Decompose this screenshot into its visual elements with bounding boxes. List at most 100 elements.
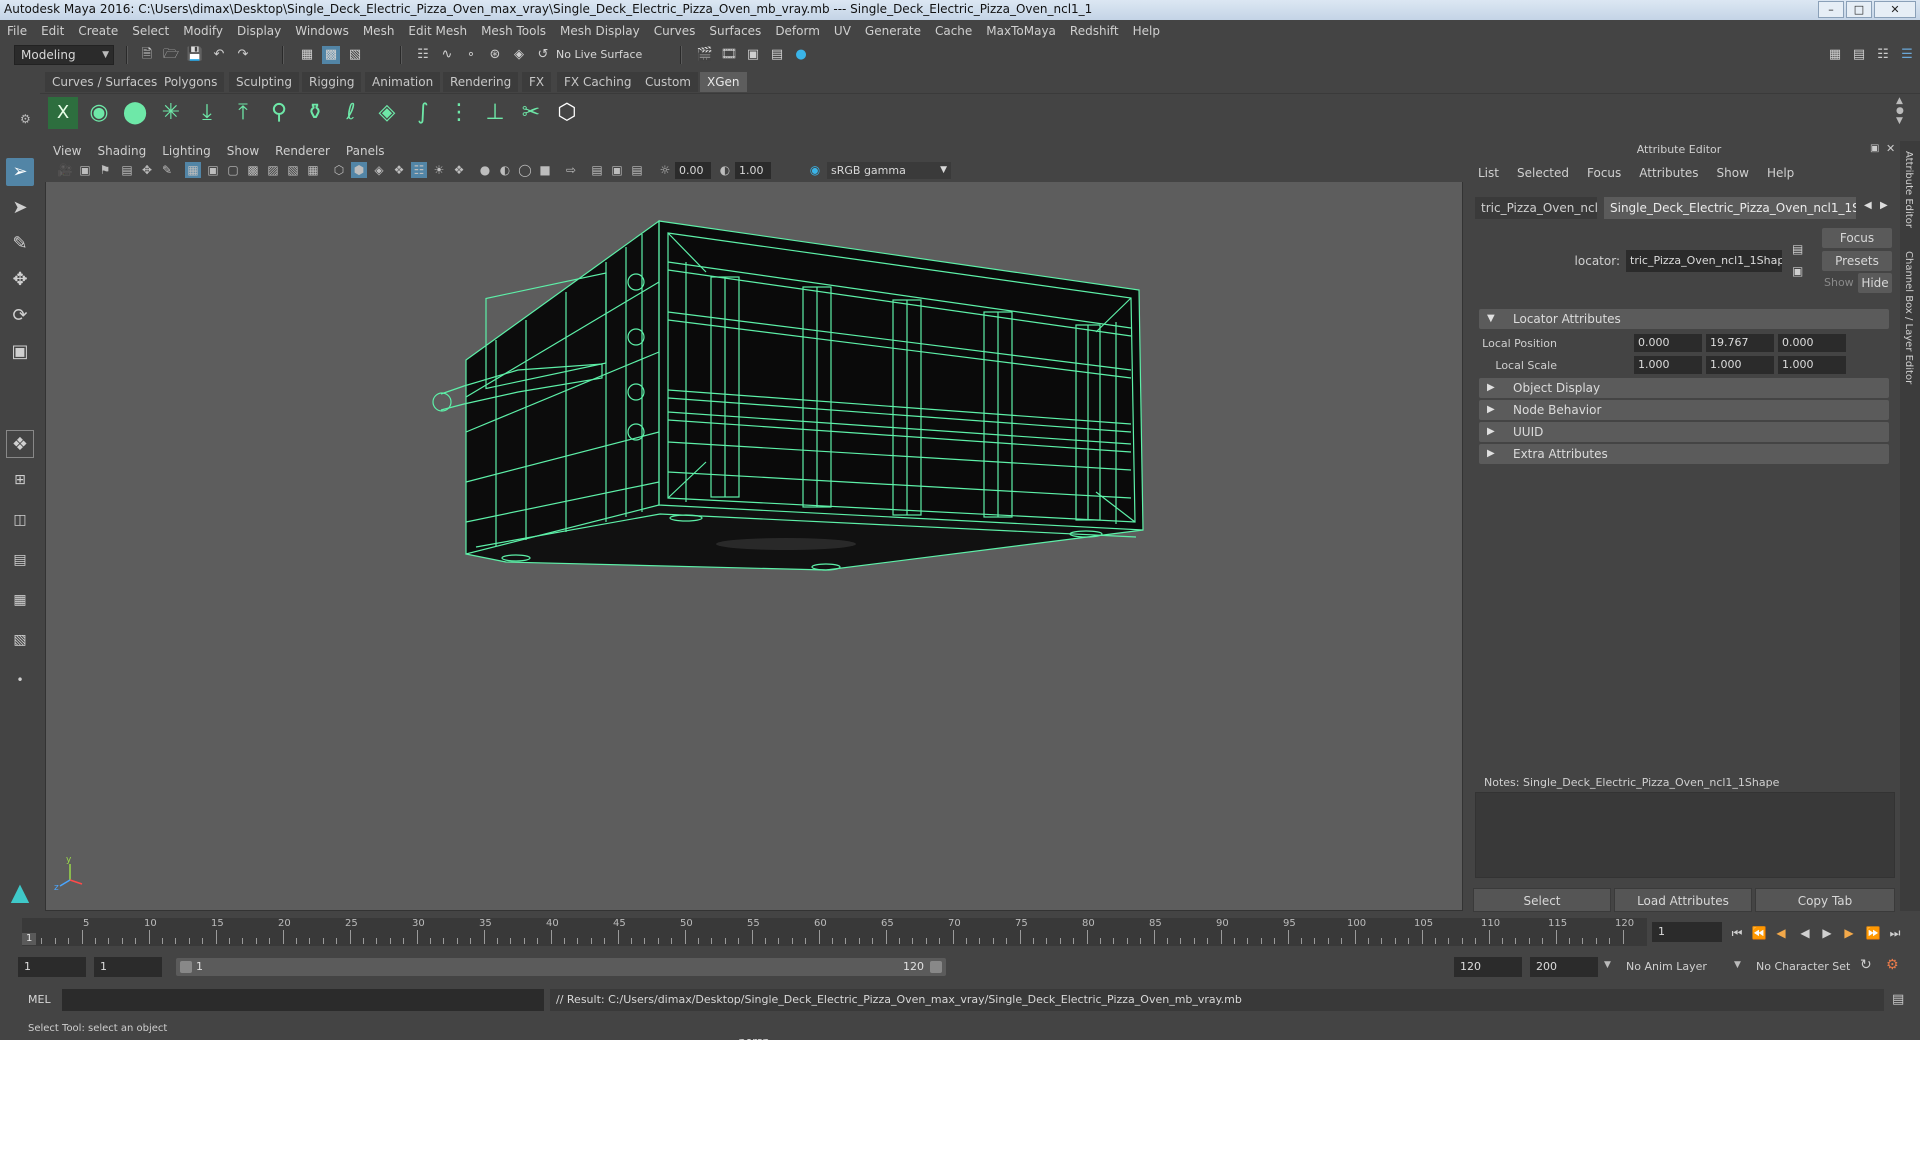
locator-name-field[interactable]: tric_Pizza_Oven_ncl1_1Shape	[1626, 250, 1782, 272]
image-plane-icon[interactable]: ▤	[119, 162, 135, 178]
section-node-behavior[interactable]: ▶ Node Behavior	[1479, 400, 1889, 420]
ae-menu-attributes[interactable]: Attributes	[1630, 163, 1707, 183]
menu-mesh-tools[interactable]: Mesh Tools	[474, 20, 553, 42]
range-slider[interactable]: 1 120	[176, 958, 946, 976]
snap-curve-icon[interactable]: ∿	[438, 46, 456, 64]
menu-edit[interactable]: Edit	[34, 20, 71, 42]
lights-icon[interactable]: ☷	[411, 162, 427, 178]
preferences-icon[interactable]: ⚙	[1886, 957, 1899, 973]
graph-layout-icon[interactable]: ▦	[6, 586, 34, 614]
go-to-input-icon[interactable]: ▤	[1792, 242, 1803, 256]
xgen-rebuild-icon[interactable]: ⋮	[444, 97, 474, 129]
close-icon[interactable]: ✕	[1874, 1, 1916, 18]
close-panel-icon[interactable]: ✕	[1886, 142, 1895, 155]
menu-windows[interactable]: Windows	[288, 20, 356, 42]
paint-select-icon[interactable]: ✎	[6, 230, 34, 258]
gate-mask-icon[interactable]: ▩	[245, 162, 261, 178]
ae-menu-focus[interactable]: Focus	[1578, 163, 1630, 183]
snap-point-icon[interactable]: ∘	[462, 46, 480, 64]
viewport-menu-renderer[interactable]: Renderer	[267, 141, 338, 161]
local-scale-x-field[interactable]: 1.000	[1634, 356, 1702, 374]
go-to-start-icon[interactable]: ⏮	[1728, 924, 1746, 942]
tab-rigging[interactable]: Rigging	[302, 72, 362, 92]
isolate-select-icon[interactable]: ■	[537, 162, 553, 178]
tab-fx-caching[interactable]: FX Caching	[557, 72, 639, 92]
menu-maxtomaya[interactable]: MaxToMaya	[979, 20, 1063, 42]
antialiasing-icon[interactable]: ◐	[497, 162, 513, 178]
render-settings-icon[interactable]: ▣	[744, 46, 762, 64]
select-tool-icon[interactable]: ➢	[6, 158, 34, 186]
menu-deform[interactable]: Deform	[768, 20, 827, 42]
ae-menu-selected[interactable]: Selected	[1508, 163, 1578, 183]
shadows-icon[interactable]: ☀	[431, 162, 447, 178]
xgen-add-guides-icon[interactable]: ✳	[156, 97, 186, 129]
playback-start-field[interactable]: 1	[94, 957, 162, 977]
resolution-gate-icon[interactable]: ▢	[225, 162, 241, 178]
backface-culling-icon[interactable]: ▤	[629, 162, 645, 178]
step-forward-key-icon[interactable]: ▶	[1840, 924, 1858, 942]
menu-redshift[interactable]: Redshift	[1063, 20, 1126, 42]
render-sphere-icon[interactable]: ●	[792, 46, 810, 64]
snap-live-icon[interactable]: ↺	[534, 46, 552, 64]
snap-surface-icon[interactable]: ◈	[510, 46, 528, 64]
xgen-editor-icon[interactable]: X	[48, 97, 78, 129]
menu-uv[interactable]: UV	[827, 20, 858, 42]
hide-button[interactable]: Hide	[1858, 273, 1892, 293]
chevron-down-icon[interactable]: ▼	[1734, 960, 1741, 970]
minimize-icon[interactable]: –	[1818, 1, 1844, 18]
chevron-down-icon[interactable]: ▼	[1604, 960, 1611, 970]
xgen-bend-guide-icon[interactable]: ℓ	[336, 97, 366, 129]
local-scale-y-field[interactable]: 1.000	[1706, 356, 1774, 374]
viewport-menu-shading[interactable]: Shading	[89, 141, 154, 161]
xgen-lock-guide-icon[interactable]: ⚱	[300, 97, 330, 129]
snap-grid-icon[interactable]: ☷	[414, 46, 432, 64]
exposure-icon[interactable]: ☼	[657, 162, 673, 178]
ambient-occlusion-icon[interactable]: ❖	[451, 162, 467, 178]
side-tab-channel-box[interactable]: Channel Box / Layer Editor	[1903, 251, 1914, 384]
film-gate-icon[interactable]: ▣	[205, 162, 221, 178]
move-tool-icon[interactable]: ✥	[6, 266, 34, 294]
play-backwards-icon[interactable]: ◀	[1796, 924, 1814, 942]
tab-curves-surfaces[interactable]: Curves / Surfaces	[45, 72, 165, 92]
tab-fx[interactable]: FX	[522, 72, 552, 92]
menu-create[interactable]: Create	[71, 20, 125, 42]
depth-of-field-icon[interactable]: ◯	[517, 162, 533, 178]
exposure-field[interactable]: 0.00	[675, 162, 711, 179]
xray-icon[interactable]: ⇨	[563, 162, 579, 178]
menu-mesh-display[interactable]: Mesh Display	[553, 20, 647, 42]
tab-rendering[interactable]: Rendering	[443, 72, 519, 92]
xgen-place-guide-icon[interactable]: ⤓	[192, 97, 222, 129]
side-tab-attribute-editor[interactable]: Attribute Editor	[1903, 151, 1914, 228]
xgen-create-description-icon[interactable]: ⬤	[120, 97, 150, 129]
local-scale-z-field[interactable]: 1.000	[1778, 356, 1846, 374]
mode-dropdown[interactable]: Modeling ▼	[14, 45, 114, 65]
script-editor-icon[interactable]: ▤	[1892, 992, 1904, 1007]
safe-action-icon[interactable]: ▧	[285, 162, 301, 178]
tab-animation[interactable]: Animation	[365, 72, 441, 92]
playback-end-field[interactable]: 120	[1454, 957, 1522, 977]
menu-display[interactable]: Display	[230, 20, 288, 42]
ipr-render-icon[interactable]: 🎞	[720, 46, 738, 64]
gamma-icon[interactable]: ◐	[717, 162, 733, 178]
section-object-display[interactable]: ▶ Object Display	[1479, 378, 1889, 398]
save-scene-icon[interactable]: 💾	[186, 46, 204, 64]
hypershade-layout-icon[interactable]: ▧	[6, 626, 34, 654]
outliner-icon[interactable]: ☷	[1874, 46, 1892, 64]
load-attributes-button[interactable]: Load Attributes	[1614, 888, 1752, 912]
tab-scroll-left-icon[interactable]: ◀	[1864, 200, 1872, 211]
animation-end-field[interactable]: 200	[1530, 957, 1598, 977]
menu-help[interactable]: Help	[1126, 20, 1167, 42]
presets-button[interactable]: Presets	[1822, 251, 1892, 271]
ae-tab-shape[interactable]: Single_Deck_Electric_Pizza_Oven_ncl1_1Sh…	[1604, 197, 1856, 219]
tab-scroll-right-icon[interactable]: ▶	[1880, 200, 1888, 211]
modeling-toolkit-icon[interactable]: ▤	[1850, 46, 1868, 64]
camera-attributes-icon[interactable]: ▣	[77, 162, 93, 178]
section-locator-attributes[interactable]: ▼ Locator Attributes	[1479, 309, 1889, 329]
go-to-output-icon[interactable]: ▣	[1792, 264, 1803, 278]
single-pane-layout-icon[interactable]: ❖	[6, 430, 34, 458]
xray-components-icon[interactable]: ▣	[609, 162, 625, 178]
outliner-layout-icon[interactable]: ▤	[6, 546, 34, 574]
step-back-key-icon[interactable]: ◀	[1772, 924, 1790, 942]
two-d-pan-icon[interactable]: ✥	[139, 162, 155, 178]
step-back-frame-icon[interactable]: ⏪	[1750, 924, 1768, 942]
